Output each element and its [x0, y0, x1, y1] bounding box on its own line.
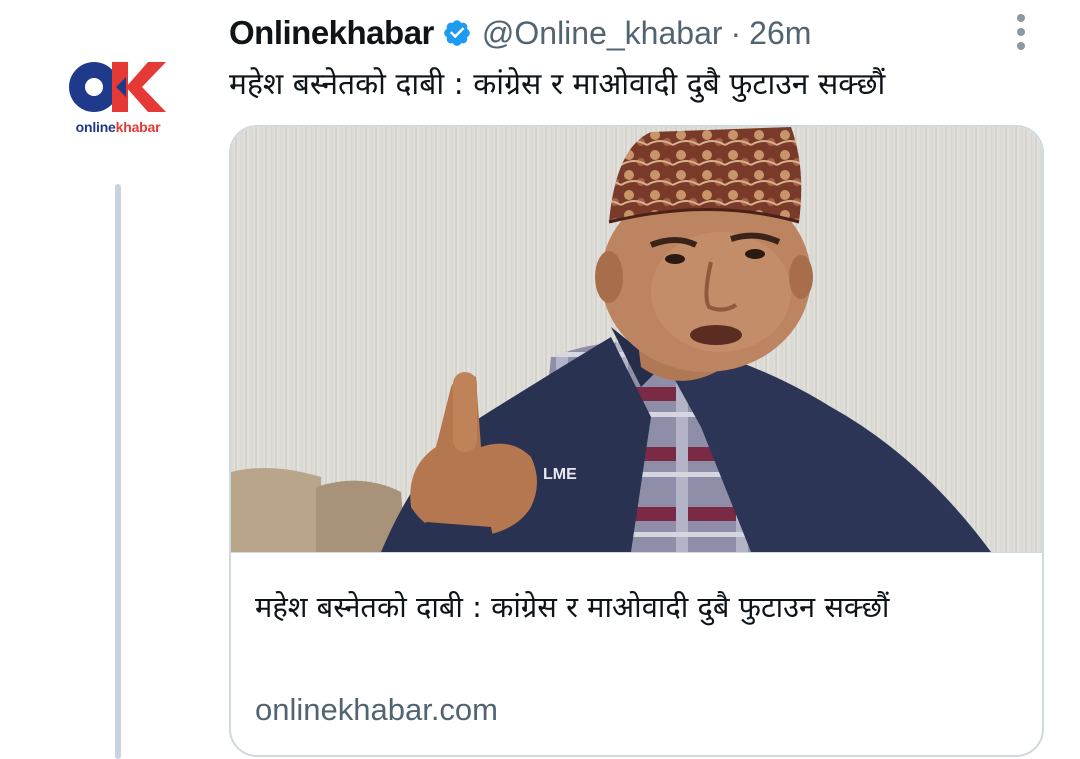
display-name[interactable]: Onlinekhabar: [229, 14, 434, 52]
jacket-logo-text: LME: [543, 466, 577, 483]
more-vertical-icon: [1017, 14, 1025, 50]
tweet-text: महेश बस्नेतको दाबी : कांग्रेस र माओवादी …: [229, 67, 886, 102]
verified-badge-icon: [444, 20, 470, 46]
avatar[interactable]: onlinekhabar: [66, 56, 170, 150]
card-domain[interactable]: onlinekhabar.com: [255, 692, 498, 728]
brand-khabar: khabar: [115, 119, 161, 135]
tweet-header: Onlinekhabar @Online_khabar · 26m: [229, 10, 811, 56]
brand-online: online: [75, 119, 116, 135]
avatar-brand-text: onlinekhabar: [66, 119, 170, 135]
link-card[interactable]: LME महेश बस्नेतको दाबी: कांग्रेस र माओव…: [229, 125, 1044, 757]
timestamp[interactable]: 26m: [749, 15, 811, 52]
tweet[interactable]: onlinekhabar Onlinekhabar @Online_khabar…: [0, 0, 1080, 759]
onlinekhabar-logo-icon: [69, 62, 166, 112]
card-title[interactable]: महेश बस्नेतको दाबी : कांग्रेस र माओवादी …: [255, 582, 1015, 632]
more-options-button[interactable]: [1004, 8, 1038, 56]
thread-line: [115, 184, 121, 759]
separator: ·: [730, 14, 742, 51]
card-image[interactable]: LME: [231, 127, 1042, 553]
handle[interactable]: @Online_khabar: [482, 15, 723, 52]
